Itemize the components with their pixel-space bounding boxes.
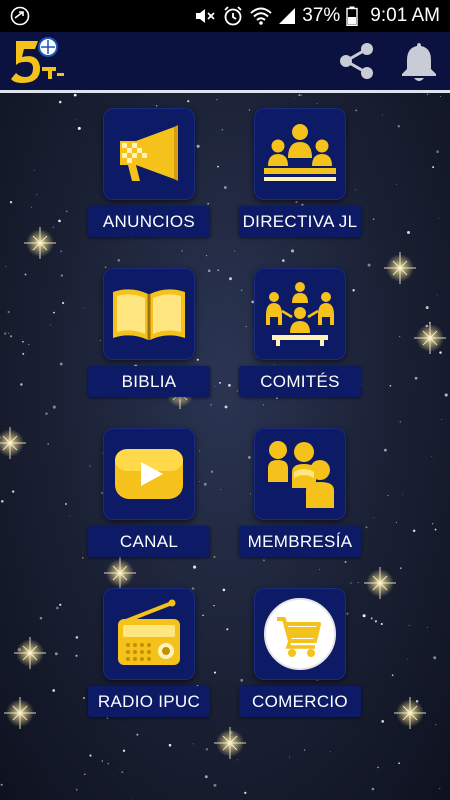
tile-label: MEMBRESÍA	[239, 526, 361, 557]
board-icon	[262, 122, 338, 186]
menu-tile-biblia[interactable]: BIBLIA	[88, 268, 212, 404]
share-button[interactable]	[334, 38, 380, 84]
tile-label: COMERCIO	[239, 686, 361, 717]
battery-percent: 37%	[302, 5, 341, 26]
notifications-button[interactable]	[396, 38, 442, 84]
app-bar	[0, 32, 450, 90]
menu-tile-radio[interactable]: RADIO IPUC	[88, 588, 212, 724]
tile-icon-box	[103, 588, 195, 680]
menu-tile-directiva[interactable]: DIRECTIVA JL	[239, 108, 363, 244]
alarm-icon	[222, 5, 244, 27]
megaphone-icon	[114, 121, 184, 187]
battery-icon	[346, 6, 358, 26]
tile-label: CANAL	[88, 526, 210, 557]
tile-label: ANUNCIOS	[88, 206, 210, 237]
signal-icon	[278, 7, 296, 25]
starry-background: ANUNCIOS DIRECTIVA JL BIBLIA COMITÉS CAN…	[0, 93, 450, 800]
wifi-icon	[250, 6, 272, 26]
tile-label: RADIO IPUC	[88, 686, 210, 717]
shopping-cart-icon	[263, 597, 337, 671]
bible-icon	[111, 284, 187, 344]
bell-icon	[399, 40, 439, 82]
share-icon	[336, 40, 378, 82]
tile-icon-box	[103, 268, 195, 360]
video-play-icon	[113, 447, 185, 501]
tile-icon-box	[254, 268, 346, 360]
tile-label: DIRECTIVA JL	[239, 206, 361, 237]
tile-label: BIBLIA	[88, 366, 210, 397]
tile-icon-box	[254, 428, 346, 520]
menu-tile-anuncios[interactable]: ANUNCIOS	[88, 108, 212, 244]
members-icon	[264, 438, 336, 510]
tile-icon-box	[103, 108, 195, 200]
tile-icon-box	[254, 108, 346, 200]
committee-icon	[262, 281, 338, 347]
stars-decoration	[0, 93, 448, 800]
menu-tile-comites[interactable]: COMITÉS	[239, 268, 363, 404]
menu-tile-canal[interactable]: CANAL	[88, 428, 212, 564]
menu-tile-comercio[interactable]: COMERCIO	[239, 588, 363, 724]
radio-icon	[114, 599, 184, 669]
clock-time: 9:01 AM	[370, 5, 440, 26]
mute-icon	[194, 6, 216, 26]
menu-tile-membresia[interactable]: MEMBRESÍA	[239, 428, 363, 564]
status-bar: 37% 9:01 AM	[0, 0, 450, 32]
tile-label: COMITÉS	[239, 366, 361, 397]
five-logo-icon[interactable]	[8, 35, 66, 87]
sync-icon	[10, 6, 30, 26]
tile-icon-box	[254, 588, 346, 680]
tile-icon-box	[103, 428, 195, 520]
